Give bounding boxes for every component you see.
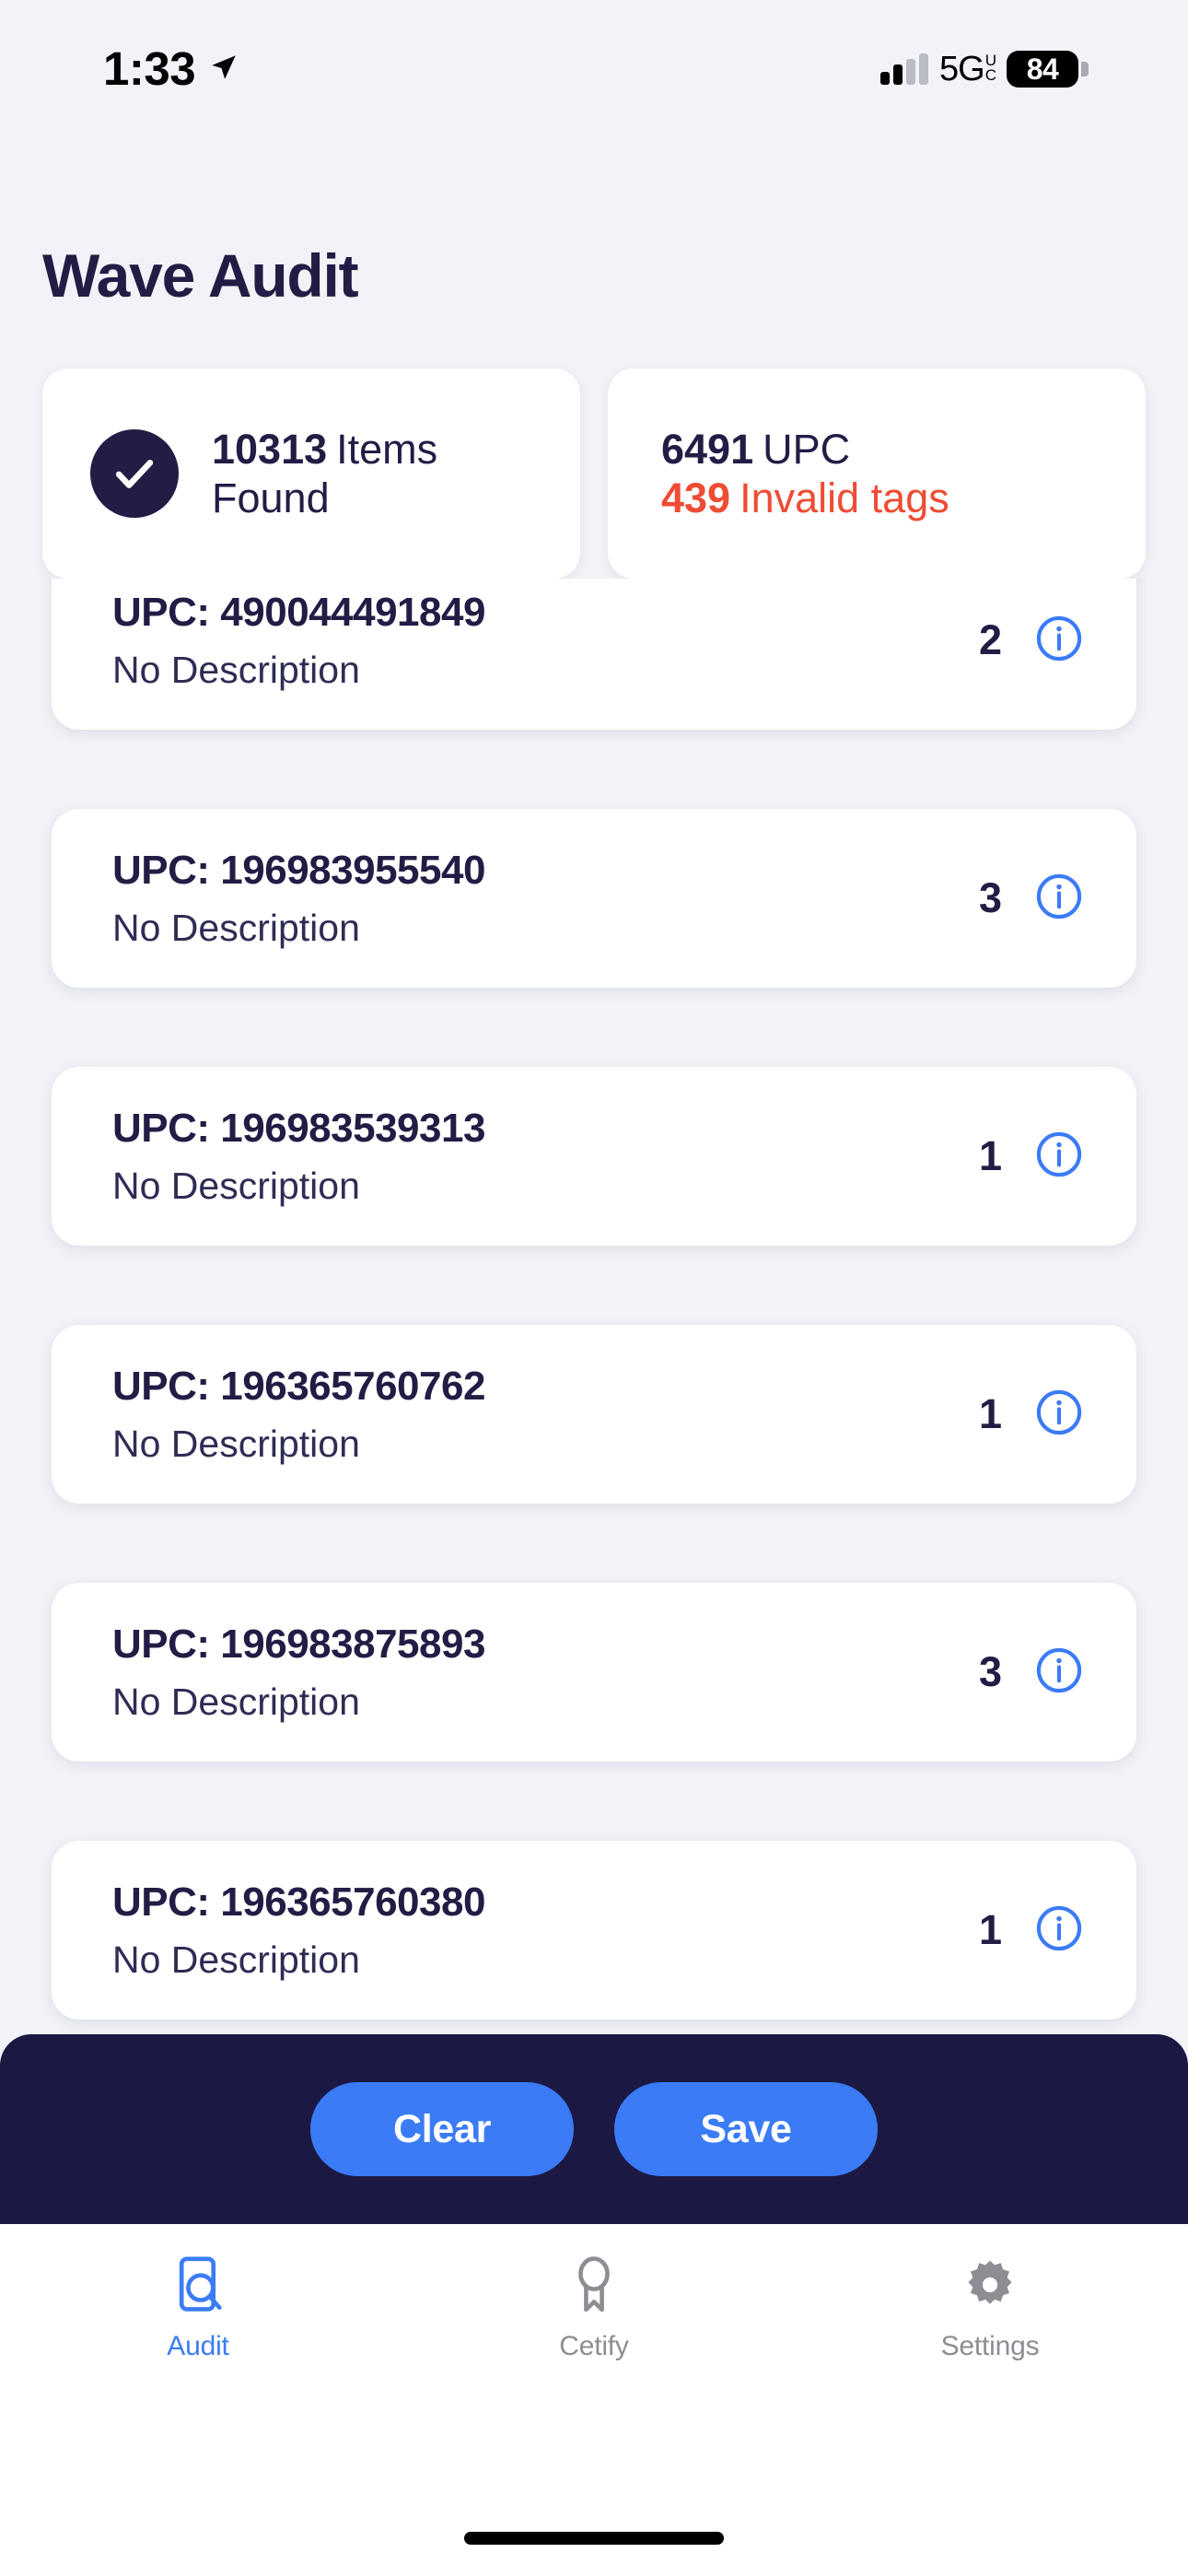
upc-count-line: 6491 UPC [661,425,949,474]
invalid-tags-label: Invalid tags [740,474,949,521]
tab-settings[interactable]: Settings [792,2252,1188,2362]
save-button[interactable]: Save [614,2082,878,2176]
list-item-text: UPC: 196983955540 No Description [112,849,979,946]
status-bar-left: 1:33 [103,45,239,92]
list-item-text: UPC: 490044491849 No Description [112,591,979,688]
summary-cards: 10313 Items Found 6491 UPC 439 Invalid tags [42,369,1146,579]
network-type-label: 5G U C [939,52,996,87]
items-found-count: 10313 [212,425,328,473]
list-item-upc: UPC: 490044491849 [112,590,485,636]
upc-summary-stats: 6491 UPC 439 Invalid tags [661,425,949,522]
upc-count: 6491 [661,425,754,473]
upc-unit: UPC [763,425,851,473]
battery-level-label: 84 [1007,51,1078,88]
tab-audit-label: Audit [167,2331,229,2361]
tab-cetify-label: Cetify [559,2331,629,2361]
list-item[interactable]: UPC: 196983955540 No Description 3 [52,809,1136,988]
info-circle-icon[interactable] [1035,1130,1083,1183]
info-circle-icon[interactable] [1035,1904,1083,1957]
list-item-description: No Description [112,1422,360,1465]
list-item-description: No Description [112,906,360,949]
list-item[interactable]: UPC: 196365760762 No Description 1 [52,1325,1136,1504]
list-item-upc: UPC: 196365760380 [112,1879,485,1926]
items-found-stats: 10313 Items Found [212,425,437,522]
list-item-description: No Description [112,1680,360,1723]
battery-icon: 84 [1007,51,1089,88]
upc-list-scroll-area[interactable]: UPC: 490044491849 No Description 2 UPC: 196… [0,579,1188,2110]
page-title: Wave Audit [42,241,359,310]
list-item-count: 3 [978,874,1002,921]
list-item-description: No Description [112,1164,360,1207]
tab-audit[interactable]: Audit [0,2252,396,2362]
items-found-unit: Items [336,425,438,473]
list-item[interactable]: UPC: 490044491849 No Description 2 [52,579,1136,730]
action-bar: Clear Save [0,2034,1188,2224]
status-bar: 1:33 5G U C 84 [0,0,1188,120]
award-ribbon-icon [567,2252,621,2318]
list-item[interactable]: UPC: 196983539313 No Description 1 [52,1067,1136,1246]
list-item-upc: UPC: 196365760762 [112,1364,485,1410]
list-item-count: 1 [978,1132,1002,1179]
list-item-text: UPC: 196983539313 No Description [112,1107,979,1204]
info-circle-icon[interactable] [1035,872,1083,925]
invalid-tags-count: 439 [661,474,731,521]
list-item-description: No Description [112,1938,360,1981]
tab-bar: Audit Cetify Settings [0,2224,1188,2576]
items-found-primary: 10313 Items [212,425,437,474]
list-item-text: UPC: 196983875893 No Description [112,1623,979,1720]
clear-button[interactable]: Clear [310,2082,574,2176]
list-item[interactable]: UPC: 196365760380 No Description 1 [52,1841,1136,2020]
status-time: 1:33 [103,41,196,95]
network-subtype: U C [985,53,996,83]
location-arrow-icon [208,52,239,88]
list-item-count: 1 [978,1390,1002,1437]
gear-icon [962,2252,1018,2318]
upc-summary-card: 6491 UPC 439 Invalid tags [608,369,1146,579]
info-circle-icon[interactable] [1035,1646,1083,1699]
status-bar-right: 5G U C 84 [880,51,1089,88]
cellular-signal-icon [880,53,929,85]
items-found-status: Found [212,474,330,521]
list-item-count: 2 [978,616,1002,663]
list-item-text: UPC: 196365760762 No Description [112,1365,979,1462]
check-circle-icon [90,429,179,518]
list-item[interactable]: UPC: 196983875893 No Description 3 [52,1583,1136,1762]
items-found-card: 10313 Items Found [42,369,580,579]
info-circle-icon[interactable] [1035,1388,1083,1441]
tab-settings-label: Settings [940,2331,1040,2361]
invalid-tags-line: 439 Invalid tags [661,474,949,522]
list-item-text: UPC: 196365760380 No Description [112,1881,979,1978]
info-circle-icon[interactable] [1035,615,1083,667]
list-item-upc: UPC: 196983955540 [112,848,485,894]
list-item-description: No Description [112,648,360,691]
list-item-count: 3 [978,1648,1002,1695]
list-item-upc: UPC: 196983539313 [112,1106,485,1152]
home-indicator [464,2532,724,2545]
list-item-count: 1 [978,1906,1002,1953]
battery-cap [1081,62,1089,76]
upc-list: UPC: 490044491849 No Description 2 UPC: 196… [0,579,1188,2020]
document-search-icon [169,2252,227,2318]
tab-cetify[interactable]: Cetify [396,2252,792,2362]
network-subtype-bottom: C [984,66,996,84]
list-item-upc: UPC: 196983875893 [112,1622,485,1668]
network-type-text: 5G [939,50,985,88]
